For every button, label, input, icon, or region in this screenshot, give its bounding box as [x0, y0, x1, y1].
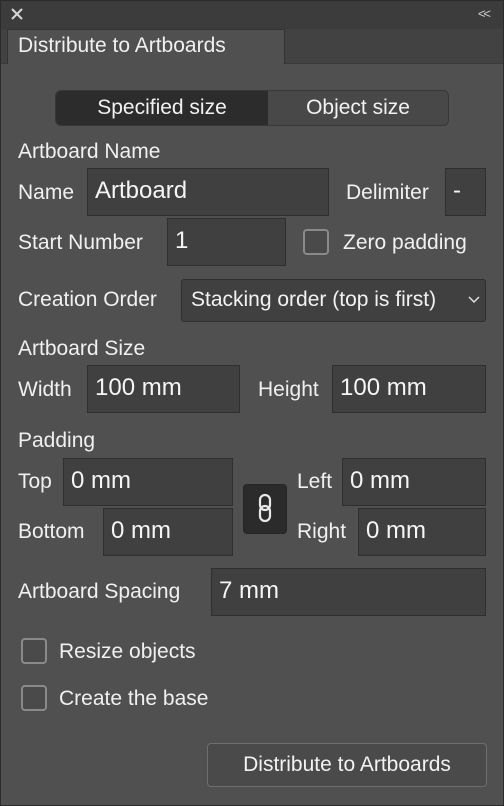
create-base-checkbox[interactable] — [21, 685, 47, 711]
specified-size-option[interactable]: Specified size — [56, 91, 268, 125]
tab-strip: Distribute to Artboards — [1, 29, 503, 64]
distribute-to-artboards-button[interactable]: Distribute to Artboards — [207, 743, 487, 787]
right-label: Right — [297, 520, 347, 543]
height-field[interactable]: 100 mm — [332, 365, 486, 413]
link-icon — [255, 493, 275, 528]
artboard-name-heading: Artboard Name — [18, 140, 161, 163]
zero-padding-label: Zero padding — [343, 231, 467, 254]
creation-order-value: Stacking order (top is first) — [191, 288, 437, 311]
delimiter-label: Delimiter — [346, 181, 429, 204]
zero-padding-checkbox[interactable] — [303, 229, 329, 255]
name-field[interactable]: Artboard — [87, 168, 329, 216]
padding-heading: Padding — [18, 429, 96, 452]
start-number-field[interactable]: 1 — [167, 218, 286, 266]
right-padding-field[interactable]: 0 mm — [358, 508, 486, 556]
artboard-spacing-label: Artboard Spacing — [18, 580, 181, 603]
chevron-down-icon — [466, 280, 480, 321]
close-icon[interactable] — [10, 6, 26, 24]
distribute-panel: << Distribute to Artboards Specified siz… — [0, 0, 504, 806]
height-label: Height — [258, 378, 319, 401]
object-size-option[interactable]: Object size — [268, 91, 448, 125]
link-padding-button[interactable] — [243, 484, 287, 534]
bottom-padding-field[interactable]: 0 mm — [103, 508, 233, 556]
width-field[interactable]: 100 mm — [87, 365, 240, 413]
creation-order-select[interactable]: Stacking order (top is first) — [181, 279, 486, 322]
collapse-panel-icon[interactable]: << — [478, 7, 491, 21]
name-label: Name — [18, 181, 75, 204]
top-label: Top — [18, 470, 52, 493]
left-label: Left — [297, 470, 333, 493]
bottom-label: Bottom — [18, 520, 85, 543]
create-base-label: Create the base — [59, 687, 209, 710]
top-padding-field[interactable]: 0 mm — [63, 458, 233, 506]
artboard-size-heading: Artboard Size — [18, 337, 146, 360]
creation-order-label: Creation Order — [18, 288, 157, 311]
artboard-spacing-field[interactable]: 7 mm — [211, 568, 486, 616]
width-label: Width — [18, 378, 72, 401]
resize-objects-label: Resize objects — [59, 640, 196, 663]
delimiter-field[interactable]: - — [445, 168, 486, 216]
resize-objects-checkbox[interactable] — [21, 638, 47, 664]
left-padding-field[interactable]: 0 mm — [342, 458, 486, 506]
mode-segmented-control: Specified size Object size — [55, 90, 449, 126]
panel-titlebar: << — [1, 1, 503, 29]
start-number-label: Start Number — [18, 231, 143, 254]
tab-distribute-to-artboards[interactable]: Distribute to Artboards — [7, 29, 285, 64]
